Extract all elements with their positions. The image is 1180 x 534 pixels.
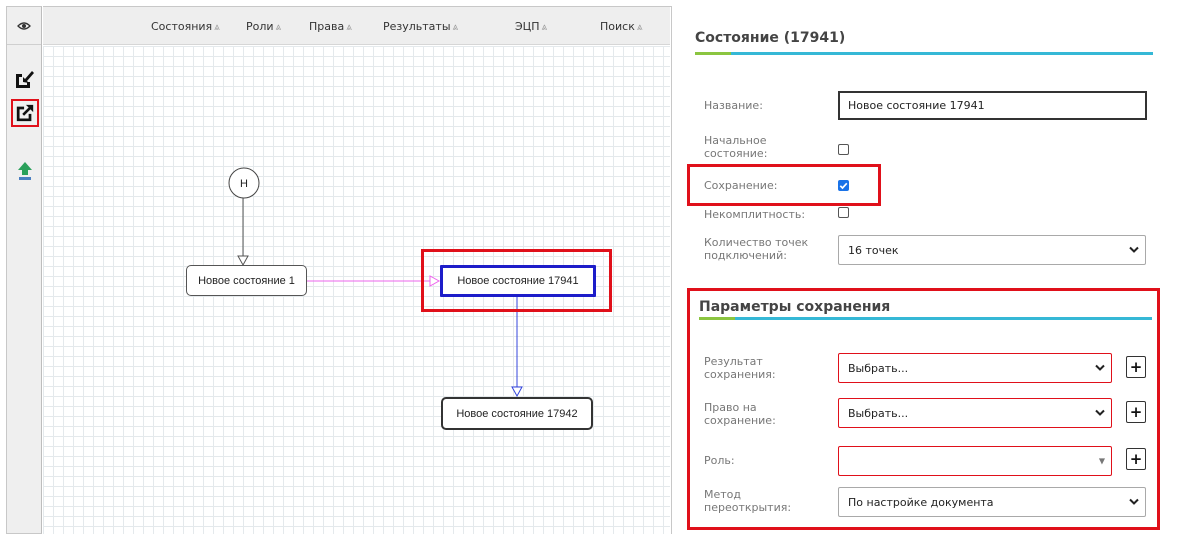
menu-rights[interactable]: Права ⩓ — [309, 20, 352, 33]
view-toggle-area — [7, 7, 41, 45]
menu-results[interactable]: Результаты ⩓ — [383, 20, 458, 33]
title-underline — [695, 52, 1153, 55]
upload-icon[interactable] — [11, 157, 39, 185]
edge-arrow-head — [429, 275, 441, 287]
chevron-up-icon: ⩓ — [275, 22, 282, 33]
chevron-down-icon — [1095, 407, 1105, 420]
menu-signature[interactable]: ЭЦП ⩓ — [515, 20, 547, 33]
save-params-title: Параметры сохранения — [699, 299, 891, 315]
save-result-select[interactable]: Выбрать... — [838, 353, 1112, 383]
role-select[interactable]: ▼ — [838, 446, 1112, 476]
add-role-button[interactable]: + — [1126, 448, 1146, 470]
start-node-label: Н — [240, 178, 248, 190]
menu-states[interactable]: Состояния ⩓ — [151, 20, 220, 33]
save-right-label: Право на сохранение: — [704, 401, 776, 427]
role-label: Роль: — [704, 454, 735, 467]
state-node[interactable]: Новое состояние 1 — [186, 265, 307, 296]
diagram-canvas-area: Состояния ⩓ Роли ⩓ Права ⩓ Результаты ⩓ ЭЦП ⩓… — [43, 6, 672, 534]
properties-panel: Состояние (17941) Название: Новое состоя… — [672, 0, 1180, 534]
incomplete-label: Некомплитность: — [704, 208, 806, 221]
chevron-down-icon — [1129, 496, 1139, 509]
save-result-label: Результат сохранения: — [704, 355, 776, 381]
edge-arrow-head — [237, 255, 249, 267]
connection-points-label: Количество точек подключений: — [704, 236, 809, 262]
reopen-method-select[interactable]: По настройке документа — [838, 487, 1146, 517]
chevron-up-icon: ⩓ — [452, 22, 459, 33]
edge-arrow-head — [511, 386, 523, 398]
left-toolbar — [6, 6, 42, 534]
name-input[interactable]: Новое состояние 17941 — [838, 91, 1147, 120]
chevron-up-icon: ⩓ — [636, 22, 643, 33]
export-arrow-icon[interactable] — [11, 99, 39, 127]
chevron-down-icon — [1095, 362, 1105, 375]
connection-points-select[interactable]: 16 точек — [838, 235, 1146, 265]
chevron-down-icon — [1129, 244, 1139, 257]
checkmark-icon — [839, 182, 848, 190]
triangle-down-icon: ▼ — [1098, 456, 1105, 466]
panel-title: Состояние (17941) — [695, 30, 846, 46]
chevron-up-icon: ⩓ — [541, 22, 548, 33]
eye-icon[interactable] — [17, 16, 31, 35]
initial-state-label: Начальное состояние: — [704, 134, 768, 160]
save-label: Сохранение: — [704, 179, 778, 192]
app-window: Состояния ⩓ Роли ⩓ Права ⩓ Результаты ⩓ ЭЦП ⩓… — [0, 0, 1180, 534]
incomplete-checkbox[interactable] — [838, 207, 849, 218]
diagram-menu-bar: Состояния ⩓ Роли ⩓ Права ⩓ Результаты ⩓ ЭЦП ⩓… — [43, 7, 670, 45]
menu-search[interactable]: Поиск ⩓ — [600, 20, 642, 33]
state-node[interactable]: Новое состояние 17942 — [441, 397, 593, 430]
chevron-up-icon: ⩓ — [214, 22, 220, 33]
add-result-button[interactable]: + — [1126, 356, 1146, 378]
state-node-selected[interactable]: Новое состояние 17941 — [440, 265, 596, 297]
chevron-up-icon: ⩓ — [346, 22, 352, 33]
add-right-button[interactable]: + — [1126, 401, 1146, 423]
menu-roles[interactable]: Роли ⩓ — [246, 20, 281, 33]
save-checkbox[interactable] — [838, 180, 849, 191]
import-arrow-icon[interactable] — [11, 65, 39, 93]
save-right-select[interactable]: Выбрать... — [838, 398, 1112, 428]
save-params-underline — [699, 317, 1152, 320]
initial-state-checkbox[interactable] — [838, 144, 849, 155]
diagram-grid[interactable]: Н Новое состояние 1 Новое состояние 1794… — [43, 46, 670, 534]
name-label: Название: — [704, 99, 763, 112]
reopen-method-label: Метод переоткрытия: — [704, 488, 792, 514]
